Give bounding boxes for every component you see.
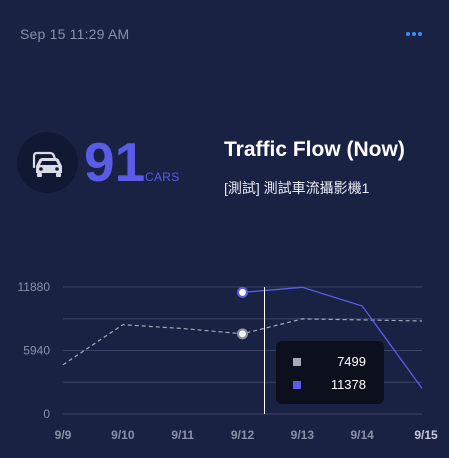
camera-name: [測試] 測試車流攝影機1	[224, 180, 370, 196]
more-horizontal-icon-dot	[412, 32, 416, 36]
highlight-point	[237, 328, 248, 340]
car-count-value: 91	[84, 131, 146, 193]
tooltip-swatch	[293, 358, 301, 366]
traffic-flow-card: Sep 15 11:29 AM 91 CARS Traffic Flow (No…	[0, 0, 449, 458]
widget-title: Traffic Flow (Now)	[224, 138, 405, 161]
y-tick-label: 11880	[18, 280, 51, 294]
cars-icon-badge	[17, 132, 78, 193]
x-tick-label: 9/14	[350, 428, 374, 442]
x-tick-label: 9/10	[111, 428, 135, 442]
x-tick-label: 9/11	[171, 428, 194, 442]
chart-tooltip: 7499 11378	[276, 341, 384, 404]
tooltip-row: 11378	[276, 377, 384, 393]
tooltip-value: 11378	[330, 377, 366, 392]
more-horizontal-icon	[406, 32, 410, 36]
y-tick-label: 5940	[23, 344, 50, 358]
more-options-button[interactable]	[400, 24, 428, 42]
tooltip-swatch	[293, 381, 301, 389]
cars-icon	[32, 151, 62, 177]
tooltip-value: 7499	[337, 354, 366, 369]
timestamp: Sep 15 11:29 AM	[20, 26, 130, 42]
tooltip-row: 7499	[276, 354, 384, 370]
x-tick-label: 9/9	[55, 428, 72, 442]
more-horizontal-icon-dot	[418, 32, 422, 36]
x-tick-label: 9/12	[231, 428, 255, 442]
y-tick-label: 0	[43, 407, 50, 421]
x-tick-label: 9/13	[291, 428, 315, 442]
x-tick-label: 9/15	[414, 428, 438, 442]
highlight-point	[237, 286, 248, 298]
car-count-unit: CARS	[145, 170, 180, 184]
